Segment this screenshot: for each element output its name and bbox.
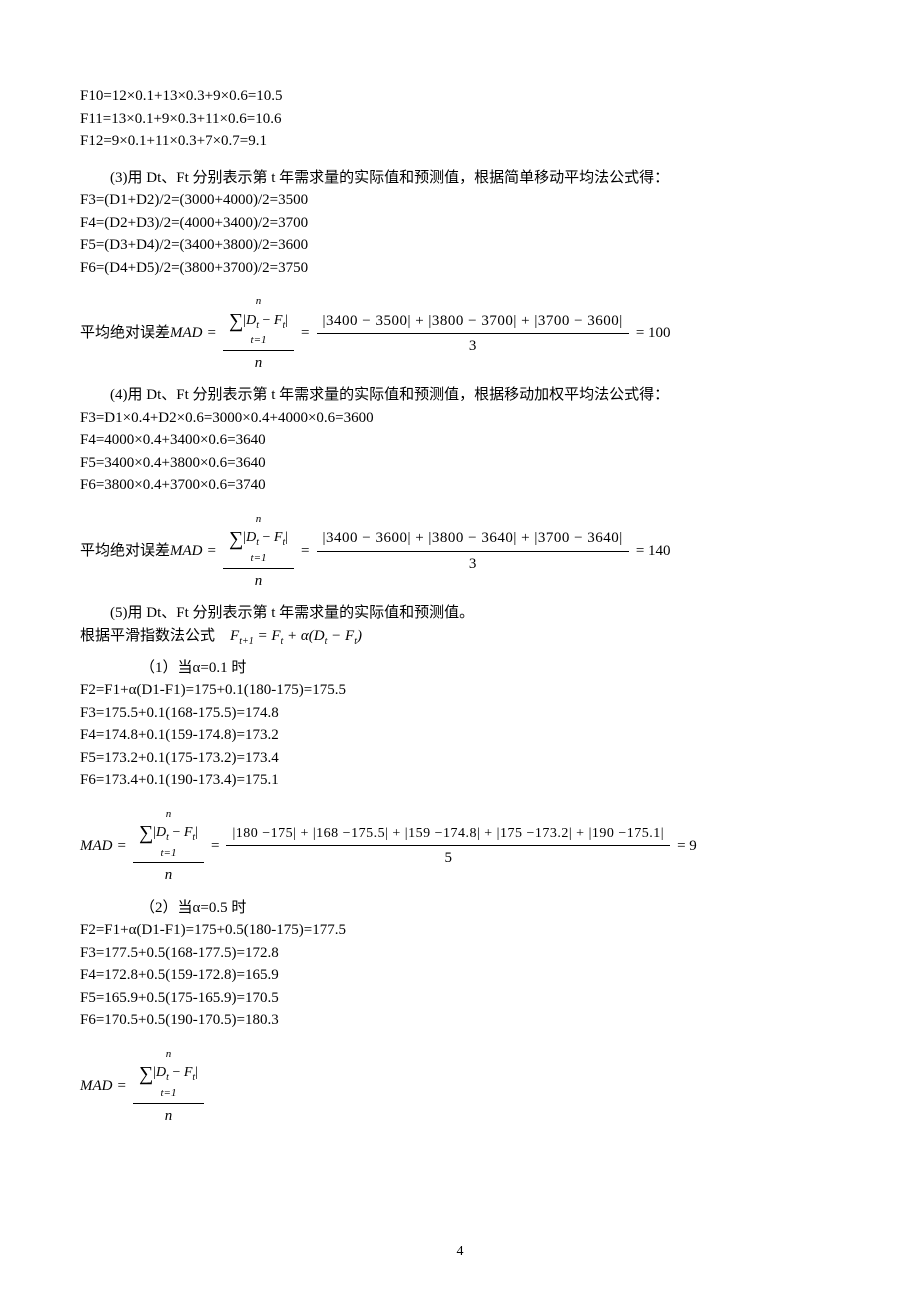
q5b-l1: F2=F1+α(D1-F1)=175+0.5(180-175)=177.5 [80,919,840,942]
mad1-label: MAD [170,322,205,345]
mad2-result: = 140 [633,540,671,563]
mad1-expand-frac: |3400 − 3500| + |3800 − 3700| + |3700 − … [317,310,629,358]
mad1-prefix: 平均绝对误差 [80,322,170,345]
q5b-heading: （2）当α=0.5 时 [80,897,840,920]
mad4-formula: MAD = n ∑|Dt − Ft| t=1 n [80,1046,840,1127]
q5-formula-line: 根据平滑指数法公式 Ft+1 = Ft + α(Dt − Ft) [80,625,840,649]
document-page: F10=12×0.1+13×0.3+9×0.6=10.5 F11=13×0.1+… [0,0,920,1302]
mad3-label: MAD [80,835,115,858]
mad3-result: = 9 [674,835,697,858]
q3-l4: F6=(D4+D5)/2=(3800+3700)/2=3750 [80,257,840,280]
q4-l3: F5=3400×0.4+3800×0.6=3640 [80,452,840,475]
q5a-l4: F5=173.2+0.1(175-173.2)=173.4 [80,747,840,770]
top-l2: F11=13×0.1+9×0.3+11×0.6=10.6 [80,108,840,131]
q3-l3: F5=(D3+D4)/2=(3400+3800)/2=3600 [80,234,840,257]
q5-intro: (5)用 Dt、Ft 分别表示第 t 年需求量的实际值和预测值。 [80,602,840,625]
mad2-expand-frac: |3400 − 3600| + |3800 − 3640| + |3700 − … [317,527,629,575]
q5a-l1: F2=F1+α(D1-F1)=175+0.1(180-175)=175.5 [80,679,840,702]
top-l3: F12=9×0.1+11×0.3+7×0.7=9.1 [80,130,840,153]
q5b-l5: F6=170.5+0.5(190-170.5)=180.3 [80,1009,840,1032]
q5a-heading: （1）当α=0.1 时 [80,657,840,680]
top-l1: F10=12×0.1+13×0.3+9×0.6=10.5 [80,85,840,108]
mad2-prefix: 平均绝对误差 [80,540,170,563]
q3-intro: (3)用 Dt、Ft 分别表示第 t 年需求量的实际值和预测值，根据简单移动平均… [80,167,840,190]
page-number: 4 [0,1241,920,1262]
q5-formula: Ft+1 = Ft + α(Dt − Ft) [230,628,362,644]
q4-l1: F3=D1×0.4+D2×0.6=3000×0.4+4000×0.6=3600 [80,407,840,430]
mad3-formula: MAD = n ∑|Dt − Ft| t=1 n = |180 −175| + … [80,806,840,887]
q3-l2: F4=(D2+D3)/2=(4000+3400)/2=3700 [80,212,840,235]
q5a-l5: F6=173.4+0.1(190-173.4)=175.1 [80,769,840,792]
mad2-formula: 平均绝对误差 MAD = n ∑|Dt − Ft| t=1 n = |3400 … [80,511,840,592]
q4-l2: F4=4000×0.4+3400×0.6=3640 [80,429,840,452]
q5b-l3: F4=172.8+0.5(159-172.8)=165.9 [80,964,840,987]
mad2-label: MAD [170,540,205,563]
mad3-sigma-frac: n ∑|Dt − Ft| t=1 n [133,806,204,887]
mad4-sigma-frac: n ∑|Dt − Ft| t=1 n [133,1046,204,1127]
q5b-l2: F3=177.5+0.5(168-177.5)=172.8 [80,942,840,965]
q4-intro: (4)用 Dt、Ft 分别表示第 t 年需求量的实际值和预测值，根据移动加权平均… [80,384,840,407]
q5a-l3: F4=174.8+0.1(159-174.8)=173.2 [80,724,840,747]
mad4-label: MAD [80,1075,115,1098]
q3-l1: F3=(D1+D2)/2=(3000+4000)/2=3500 [80,189,840,212]
q5b-l4: F5=165.9+0.5(175-165.9)=170.5 [80,987,840,1010]
mad1-formula: 平均绝对误差 MAD = n ∑|Dt − Ft| t=1 n = |3400 … [80,293,840,374]
q4-l4: F6=3800×0.4+3700×0.6=3740 [80,474,840,497]
q5a-l2: F3=175.5+0.1(168-175.5)=174.8 [80,702,840,725]
mad1-sigma-frac: n ∑|Dt − Ft| t=1 n [223,293,294,374]
mad2-sigma-frac: n ∑|Dt − Ft| t=1 n [223,511,294,592]
mad1-result: = 100 [633,322,671,345]
mad3-expand-frac: |180 −175| + |168 −175.5| + |159 −174.8|… [226,823,670,870]
